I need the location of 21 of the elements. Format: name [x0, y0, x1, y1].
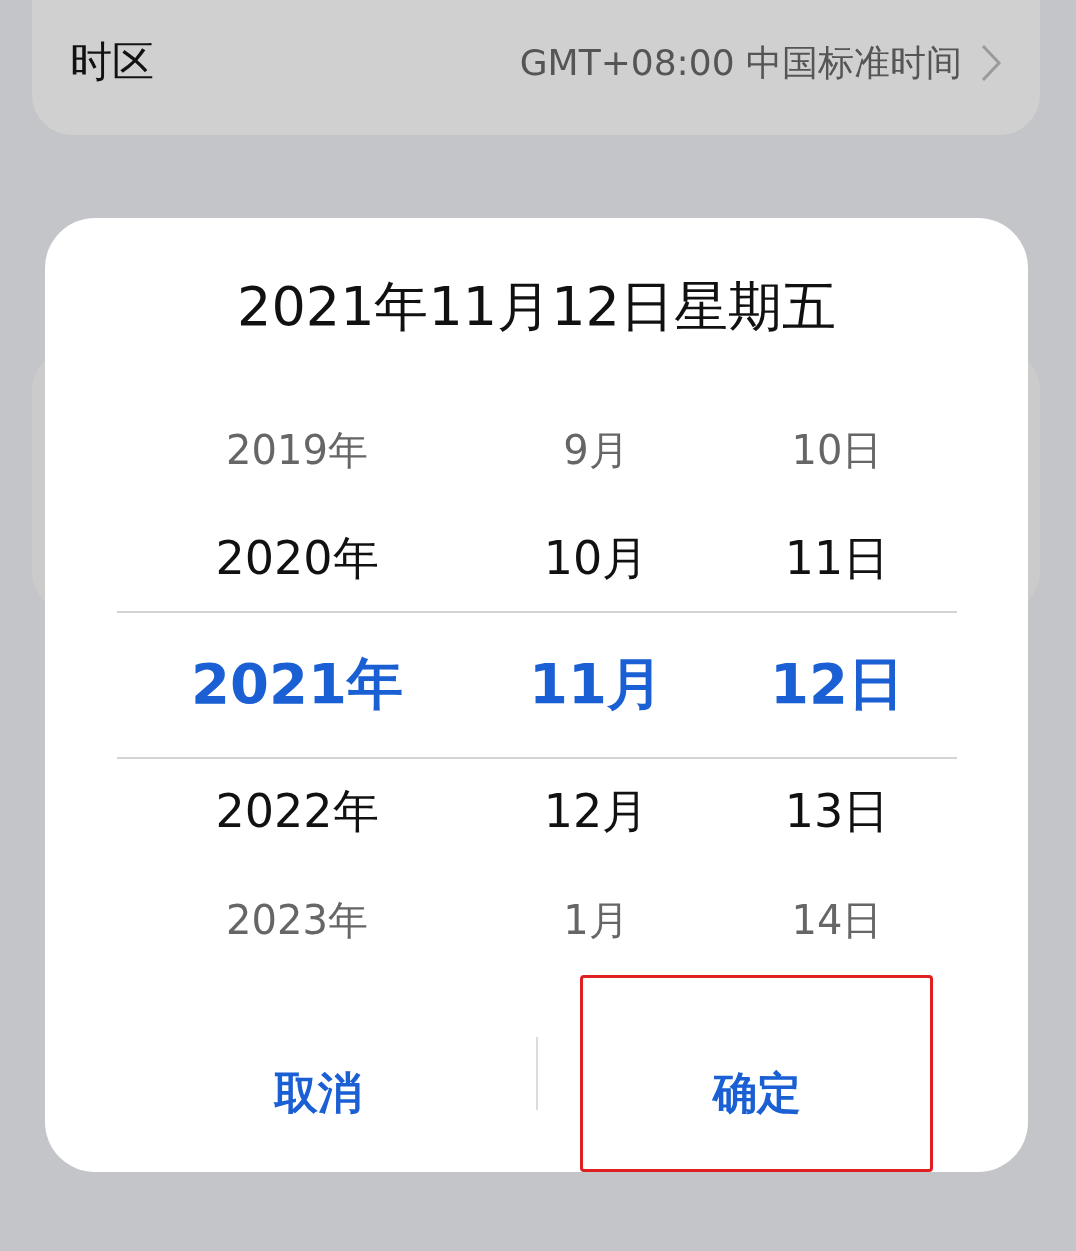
picker-item[interactable]: 2021年	[191, 656, 403, 712]
picker-item[interactable]: 10日	[791, 430, 883, 470]
picker-item[interactable]: 12日	[770, 656, 904, 712]
confirm-button[interactable]: 确定	[580, 975, 933, 1172]
dialog-title: 2021年11月12日星期五	[237, 279, 836, 334]
picker-item[interactable]: 10月	[543, 535, 649, 581]
chevron-icon	[980, 43, 1002, 83]
picker-item[interactable]: 14日	[791, 900, 883, 940]
picker-item[interactable]: 2023年	[226, 900, 368, 940]
setting-label: 时区	[70, 41, 154, 83]
picker-item[interactable]: 2019年	[226, 430, 368, 470]
picker-item[interactable]: 11日	[784, 535, 890, 581]
picker-item[interactable]: 2020年	[215, 535, 379, 581]
setting-value: GMT+08:00 中国标准时间	[519, 45, 962, 81]
picker-item[interactable]: 13日	[784, 788, 890, 834]
picker-item[interactable]: 9月	[563, 430, 629, 470]
cancel-button[interactable]: 取消	[141, 975, 494, 1172]
picker-item[interactable]: 12月	[543, 788, 649, 834]
picker-item[interactable]: 1月	[563, 900, 629, 940]
picker-item[interactable]: 2022年	[215, 788, 379, 834]
picker-item[interactable]: 11月	[529, 656, 663, 712]
